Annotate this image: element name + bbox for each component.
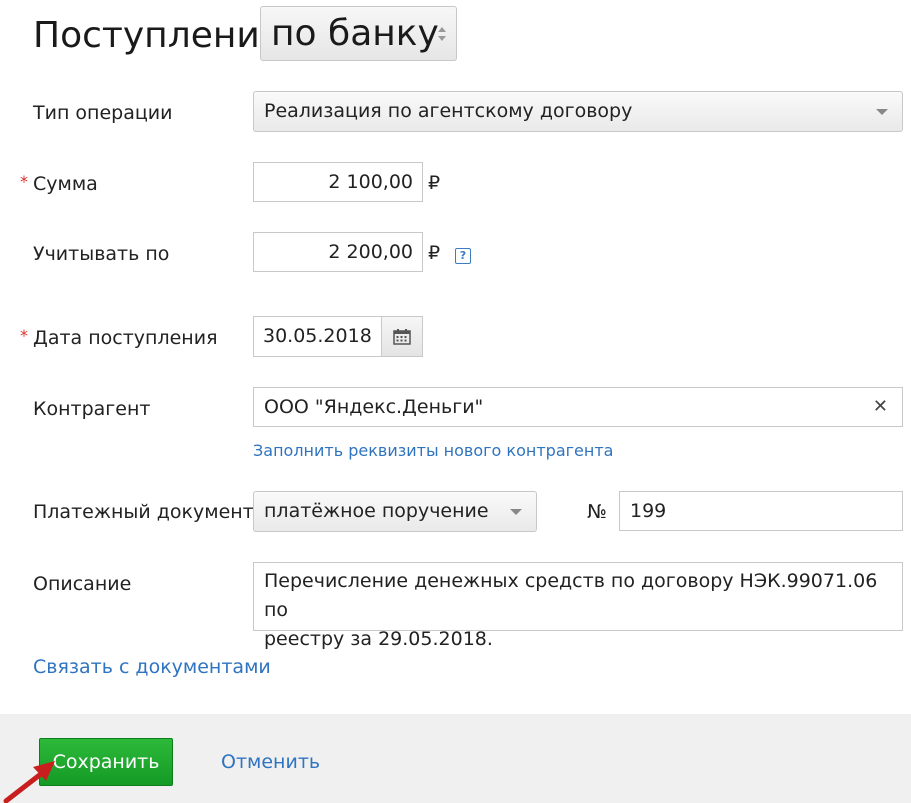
description-textarea[interactable]: Перечисление денежных средств по договор… (253, 562, 903, 650)
help-icon[interactable]: ? (455, 248, 471, 264)
calendar-button[interactable] (381, 317, 422, 356)
counterparty-label: Контрагент (33, 398, 151, 420)
receipt-date-label: Дата поступления (33, 327, 218, 349)
counterparty-input[interactable]: ООО "Яндекс.Деньги" ✕ (253, 387, 903, 427)
ruble-sign: ₽ (428, 242, 441, 264)
required-mark: * (20, 172, 28, 191)
chevron-down-icon (510, 509, 522, 515)
up-down-arrows-icon (438, 27, 446, 41)
receipt-date-value: 30.05.2018 (263, 325, 372, 347)
counterparty-value: ООО "Яндекс.Деньги" (264, 396, 484, 418)
page-title: Поступление (33, 15, 282, 56)
description-line: реестру за 29.05.2018. (264, 628, 493, 650)
fill-counterparty-link[interactable]: Заполнить реквизиты нового контрагента (253, 441, 613, 461)
amount-input[interactable]: 2 100,00 (253, 162, 423, 202)
receipt-date-input[interactable]: 30.05.2018 (253, 316, 423, 357)
account-by-label: Учитывать по (33, 243, 170, 265)
operation-type-label: Тип операции (33, 102, 173, 124)
operation-kind-value: по банку (271, 13, 439, 54)
calendar-icon (393, 329, 411, 345)
amount-label: Сумма (33, 173, 98, 195)
payment-doc-value: платёжное поручение (264, 500, 489, 522)
operation-type-value: Реализация по агентскому договору (264, 100, 633, 122)
required-mark: * (20, 326, 28, 345)
cancel-link[interactable]: Отменить (221, 750, 320, 774)
description-line: Перечисление денежных средств по договор… (264, 570, 878, 621)
account-by-input[interactable]: 2 200,00 (253, 232, 423, 272)
payment-doc-select[interactable]: платёжное поручение (253, 491, 537, 532)
number-sign: № (587, 501, 607, 523)
chevron-down-icon (876, 109, 888, 115)
payment-doc-number-input[interactable]: 199 (619, 491, 903, 531)
annotation-arrow-icon (3, 761, 55, 803)
operation-kind-select[interactable]: по банку (260, 6, 457, 61)
description-label: Описание (33, 573, 132, 595)
link-documents-link[interactable]: Связать с документами (33, 655, 271, 679)
ruble-sign: ₽ (428, 172, 441, 194)
operation-type-select[interactable]: Реализация по агентскому договору (253, 91, 903, 132)
close-icon[interactable]: ✕ (873, 388, 888, 426)
payment-doc-label: Платежный документ (33, 501, 254, 523)
